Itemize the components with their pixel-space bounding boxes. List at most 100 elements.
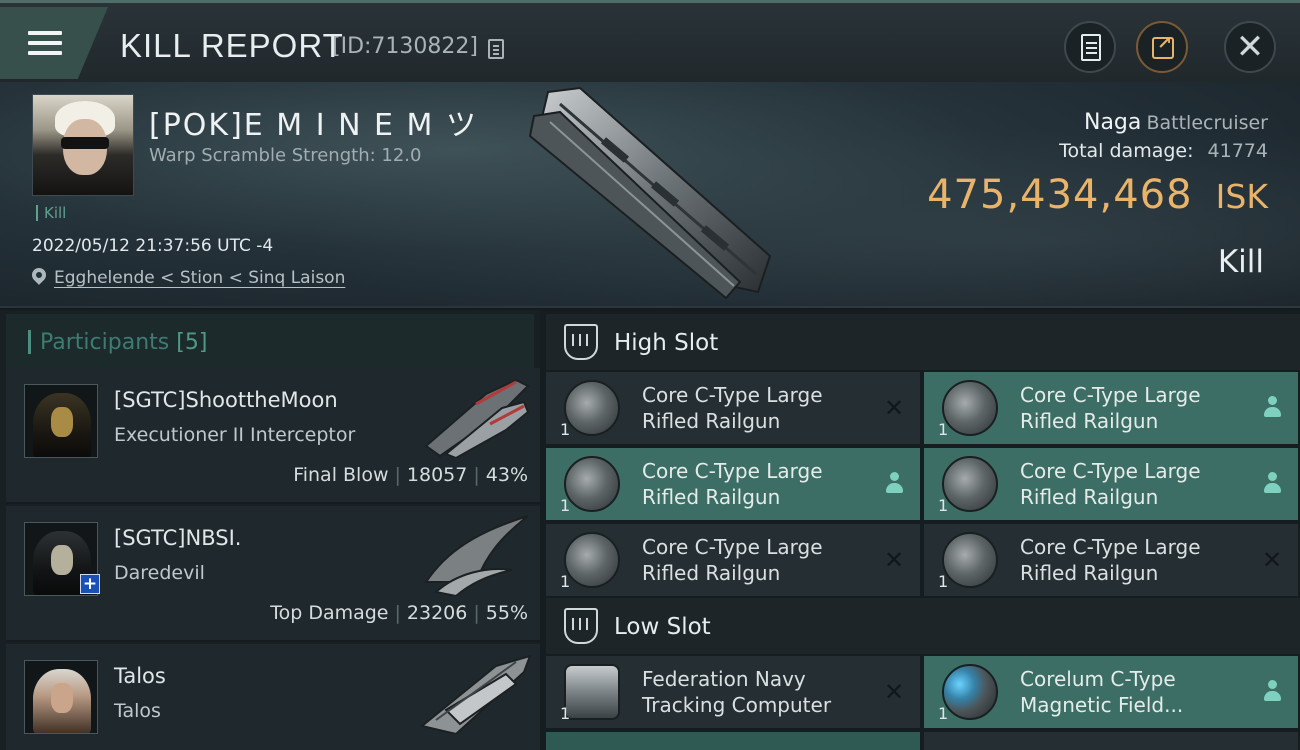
avatar[interactable] [24, 660, 98, 734]
clipboard-button[interactable] [1064, 21, 1116, 73]
kill-datetime: 2022/05/12 21:37:56 UTC -4 [32, 236, 274, 256]
railgun-icon [564, 532, 620, 588]
tracking-computer-icon [564, 664, 620, 720]
railgun-icon [564, 380, 620, 436]
participant-percent: 55% [485, 602, 528, 624]
copy-icon[interactable] [488, 39, 504, 59]
module-quantity: 1 [938, 704, 949, 723]
module-item[interactable]: 1 Core C-Type Large Rifled Railgun ✕ [546, 372, 920, 444]
share-button[interactable] [1136, 21, 1188, 73]
stats-separator: | [394, 464, 401, 486]
participants-header: Participants [5] [6, 314, 534, 372]
location-link[interactable]: Egghelende < Stion < Sinq Laison [54, 268, 345, 288]
module-name: Federation Navy Tracking Computer [642, 667, 832, 717]
hamburger-icon [28, 31, 62, 61]
ship-type: Battlecruiser [1146, 112, 1268, 134]
close-button[interactable]: ✕ [1224, 21, 1276, 73]
module-quantity: 1 [938, 572, 949, 591]
participant-ship-image[interactable] [416, 650, 534, 734]
total-damage: Total damage: 41774 [1059, 140, 1268, 162]
module-item[interactable]: 1 Corelum C-Type Magnetic Field... [924, 656, 1298, 728]
module-name: Core C-Type Large Rifled Railgun [1020, 383, 1201, 433]
railgun-icon [564, 456, 620, 512]
participant-ship-image[interactable] [416, 512, 534, 596]
avatar[interactable] [24, 384, 98, 458]
x-icon: ✕ [883, 394, 905, 422]
clipboard-icon [1081, 34, 1101, 61]
module-item[interactable]: 1 Core C-Type Large Rifled Railgun [924, 372, 1298, 444]
total-damage-value: 41774 [1207, 140, 1268, 162]
result-label: Kill [1217, 244, 1264, 280]
low-slot-title: Low Slot [614, 614, 711, 640]
magnetic-field-icon [942, 664, 998, 720]
isk-amount: 475,434,468 [927, 172, 1193, 218]
victim-ship-image[interactable] [520, 86, 790, 301]
report-id: [ID:7130822] [332, 34, 478, 59]
module-item[interactable]: 1 Core C-Type Large Rifled Railgun [546, 448, 920, 520]
participant-ship-image[interactable] [416, 374, 534, 458]
total-damage-label: Total damage: [1059, 140, 1194, 162]
module-name: Core C-Type Large Rifled Railgun [642, 459, 823, 509]
participant-ship: Talos [114, 700, 161, 722]
x-icon: ✕ [883, 546, 905, 574]
stats-separator: | [394, 602, 401, 624]
x-icon: ✕ [1261, 546, 1283, 574]
module-quantity: 1 [938, 420, 949, 439]
participant-name[interactable]: [SGTC]ShoottheMoon [114, 388, 338, 412]
module-item[interactable]: 1 Federation Navy Tracking Computer ✕ [546, 656, 920, 728]
slot-icon [564, 608, 598, 644]
person-icon [882, 472, 906, 496]
participant-damage: 23206 [406, 602, 468, 624]
participants-panel: Participants [5] [SGTC]ShoottheMoon Exec… [0, 310, 540, 750]
module-item-partial[interactable] [924, 732, 1298, 750]
stats-separator: | [473, 464, 480, 486]
module-item[interactable]: 1 Core C-Type Large Rifled Railgun ✕ [924, 524, 1298, 596]
high-slot-header: High Slot [546, 314, 1300, 370]
ship-class: Naga Battlecruiser [1084, 110, 1268, 135]
module-quantity: 1 [560, 496, 571, 515]
high-slot-title: High Slot [614, 330, 719, 356]
module-item[interactable]: 1 Core C-Type Large Rifled Railgun [924, 448, 1298, 520]
railgun-icon [942, 532, 998, 588]
participants-title: Participants [5] [40, 330, 207, 355]
module-name: Core C-Type Large Rifled Railgun [642, 535, 823, 585]
participant-name[interactable]: [SGTC]NBSI. [114, 526, 241, 550]
plus-badge-icon: + [80, 574, 100, 594]
module-name: Core C-Type Large Rifled Railgun [1020, 535, 1201, 585]
page-title: KILL REPORT [120, 27, 344, 64]
menu-button[interactable] [0, 7, 108, 79]
module-quantity: 1 [560, 704, 571, 723]
module-item[interactable]: 1 Core C-Type Large Rifled Railgun ✕ [546, 524, 920, 596]
person-icon [1260, 680, 1284, 704]
railgun-icon [942, 456, 998, 512]
participant-row[interactable]: Talos Talos [6, 644, 540, 750]
participant-row[interactable]: + [SGTC]NBSI. Daredevil Top Damage | 23206… [6, 506, 540, 642]
participants-label: Participants [40, 330, 170, 355]
person-icon [1260, 472, 1284, 496]
victim-portrait[interactable] [32, 94, 134, 196]
avatar-face [51, 545, 73, 575]
fitting-panel: High Slot 1 Core C-Type Large Rifled Rai… [540, 310, 1300, 750]
kill-tag: Kill [36, 205, 66, 221]
module-quantity: 1 [560, 420, 571, 439]
participant-role: Final Blow [293, 464, 389, 486]
header-bar: KILL REPORT [ID:7130822] ✕ [0, 0, 1300, 82]
participant-stats: Top Damage | 23206 | 55% [270, 602, 528, 624]
participant-row[interactable]: [SGTC]ShoottheMoon Executioner II Interc… [6, 368, 540, 504]
participant-damage: 18057 [406, 464, 468, 486]
stats-separator: | [473, 602, 480, 624]
victim-name[interactable]: [POK]E M I N E M ツ [149, 100, 478, 144]
slot-icon [564, 324, 598, 360]
portrait-glasses [61, 137, 109, 149]
participant-stats: Final Blow | 18057 | 43% [293, 464, 528, 486]
header-accent [28, 330, 31, 354]
participant-ship: Executioner II Interceptor [114, 424, 356, 446]
module-quantity: 1 [560, 572, 571, 591]
isk-value: 475,434,468 ISK [927, 172, 1268, 218]
module-item-partial[interactable] [546, 732, 920, 750]
participant-name[interactable]: Talos [114, 664, 166, 688]
participant-percent: 43% [485, 464, 528, 486]
module-name: Corelum C-Type Magnetic Field... [1020, 667, 1184, 717]
avatar-face [51, 683, 73, 713]
ship-name[interactable]: Naga [1084, 110, 1141, 135]
